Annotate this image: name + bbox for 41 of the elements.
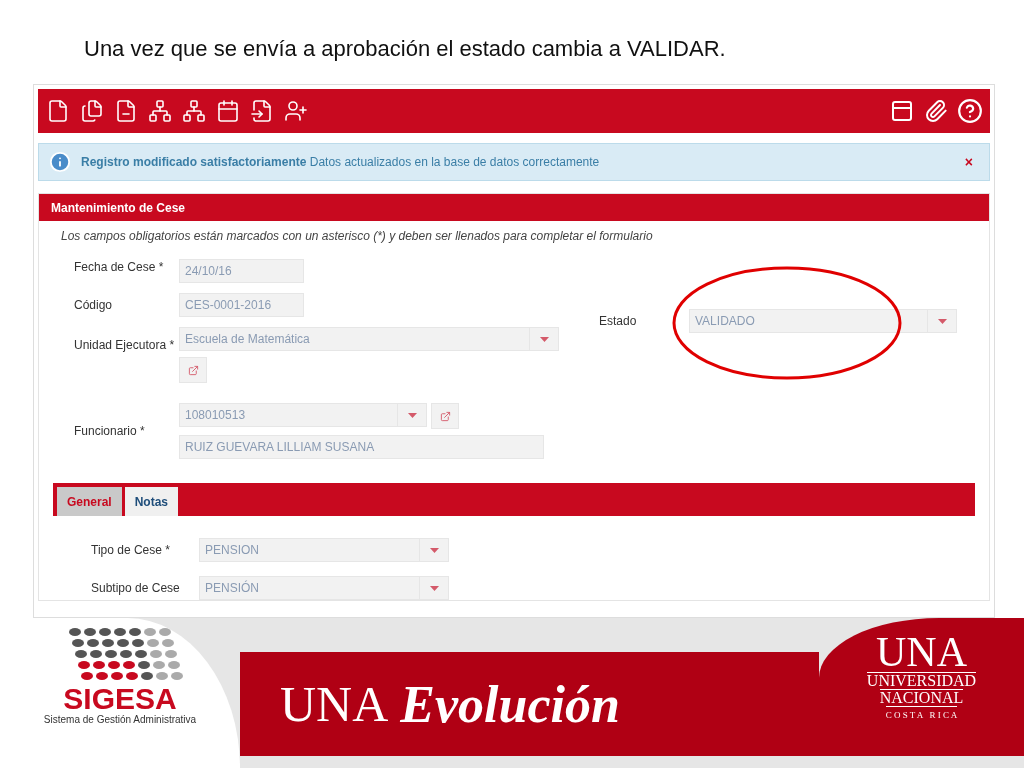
- dropdown-caret-icon: [539, 336, 549, 342]
- brand-name: SIGESA: [63, 684, 177, 714]
- tab[interactable]: General: [57, 487, 122, 516]
- slogan-text: UNA: [280, 675, 389, 733]
- field-label: Fecha de Cese *: [74, 259, 165, 275]
- select-field[interactable]: 108010513: [179, 403, 427, 427]
- brand-subtitle: Sistema de Gestión Administrativa: [43, 714, 197, 725]
- dropdown-caret-icon: [407, 412, 417, 418]
- select-field[interactable]: Escuela de Matemática: [179, 327, 559, 351]
- text-field[interactable]: 24/10/16: [179, 259, 304, 283]
- logo-line: NACIONAL: [879, 689, 964, 706]
- dropdown-caret-icon: [429, 547, 439, 553]
- close-button[interactable]: ×: [958, 153, 979, 171]
- status-select[interactable]: VALIDADO: [689, 309, 957, 333]
- external-link-icon: [187, 364, 199, 376]
- field-label: Unidad Ejecutora *: [74, 337, 176, 353]
- logo-line: C O S T A R I C A: [885, 706, 958, 723]
- name-field[interactable]: RUIZ GUEVARA LILLIAM SUSANA: [179, 435, 544, 459]
- logo-text: UNA: [876, 632, 967, 672]
- field-label: Funcionario *: [74, 423, 146, 439]
- field-label: Código: [74, 297, 114, 313]
- help-icon[interactable]: [956, 96, 984, 126]
- text-field[interactable]: CES-0001-2016: [179, 293, 304, 317]
- required-hint: Los campos obligatorios están marcados con un asterisco (*) y deben ser llenados para completar el formulario: [60, 228, 654, 243]
- info-icon: [49, 151, 71, 173]
- logo-line: UNIVERSIDAD: [866, 672, 977, 689]
- message-text: Registro modificado satisfactoriamente Datos actualizados en la base de datos correctamente: [81, 155, 601, 169]
- open-link-button[interactable]: [431, 403, 459, 429]
- slide-title: Una vez que se envía a aprobación el estado cambia a VALIDAR.: [83, 35, 727, 63]
- dropdown-caret-icon: [937, 318, 947, 324]
- panel-title: Mantenimiento de Cese: [39, 194, 989, 221]
- select-field[interactable]: PENSIÓN: [199, 576, 449, 600]
- dropdown-caret-icon: [429, 585, 439, 591]
- field-label: Estado: [599, 313, 638, 329]
- tab[interactable]: Notas: [124, 487, 179, 516]
- external-link-icon: [439, 410, 451, 422]
- slogan-text: Evolución: [400, 674, 620, 734]
- open-link-button[interactable]: [179, 357, 207, 383]
- field-label: Tipo de Cese *: [91, 542, 171, 558]
- select-field[interactable]: PENSION: [199, 538, 449, 562]
- field-label: Subtipo de Cese: [91, 580, 181, 596]
